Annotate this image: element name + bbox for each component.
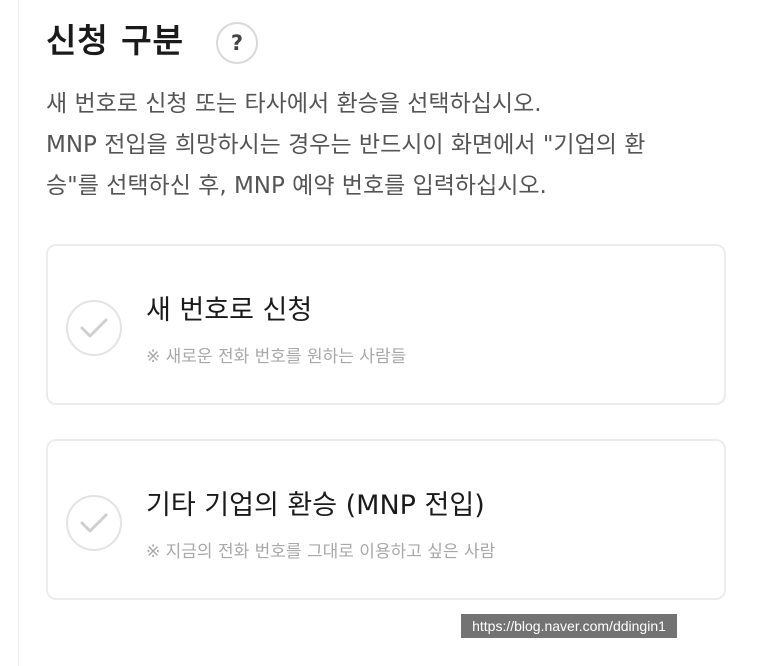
option-mnp-transfer[interactable]: 기타 기업의 환승 (MNP 전입) ※ 지금의 전화 번호를 그대로 이용하고… [46, 439, 726, 600]
section-title: 신청 구분 [46, 21, 184, 60]
option-title: 기타 기업의 환승 (MNP 전입) [146, 490, 485, 521]
instructions-text: 새 번호로 신청 또는 타사에서 환승을 선택하십시오. MNP 전입을 희망하… [46, 84, 736, 207]
option-new-number[interactable]: 새 번호로 신청 ※ 새로운 전화 번호를 원하는 사람들 [46, 244, 726, 405]
left-divider [18, 0, 19, 666]
instructions-line: 새 번호로 신청 또는 타사에서 환승을 선택하십시오. [46, 91, 542, 117]
check-circle-icon[interactable] [66, 495, 122, 551]
check-circle-icon[interactable] [66, 300, 122, 356]
option-subtitle: ※ 지금의 전화 번호를 그대로 이용하고 싶은 사람 [146, 542, 496, 562]
option-title: 새 번호로 신청 [146, 295, 313, 326]
section-header: 신청 구분 ? [46, 12, 258, 64]
watermark-url: https://blog.naver.com/ddingin1 [461, 614, 677, 638]
help-button[interactable]: ? [215, 22, 258, 64]
question-mark-icon: ? [230, 31, 244, 55]
option-subtitle: ※ 새로운 전화 번호를 원하는 사람들 [146, 347, 407, 367]
checkmark-icon [80, 513, 108, 533]
checkmark-icon [80, 318, 108, 338]
instructions-line: 승"를 선택하신 후, MNP 예약 번호를 입력하십시오. [46, 173, 547, 199]
instructions-line: MNP 전입을 희망하시는 경우는 반드시이 화면에서 "기업의 환 [46, 132, 646, 158]
